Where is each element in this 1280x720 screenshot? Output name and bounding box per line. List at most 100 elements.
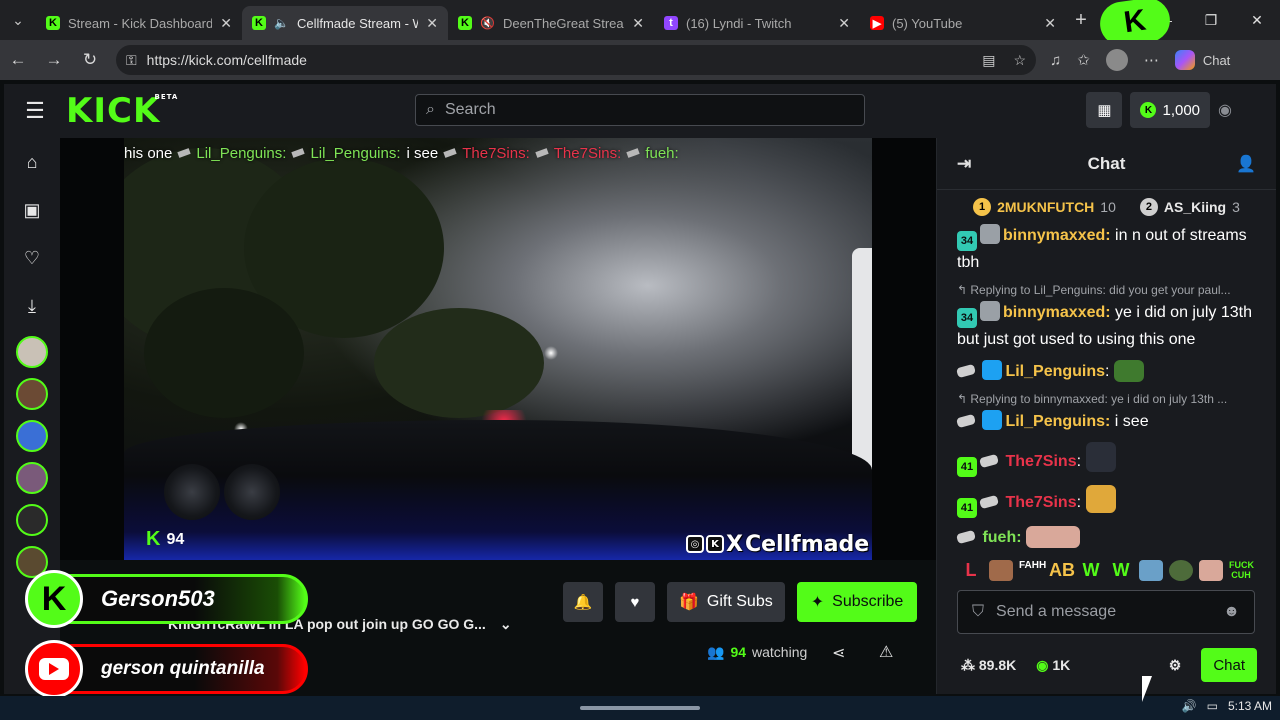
gifter-count: 10 (1100, 199, 1116, 215)
favorites-icon[interactable]: ✩ (1077, 51, 1090, 69)
chat-username[interactable]: Lil_Penguins: (1005, 413, 1110, 430)
user-menu-icon[interactable]: ◉ (1218, 100, 1232, 120)
pepe-emote-icon[interactable] (1169, 560, 1193, 581)
download-icon[interactable]: ⤓ (4, 282, 60, 330)
reply-context[interactable]: ↰ Replying to Lil_Penguins: did you get … (957, 283, 1256, 297)
kicks-balance-button[interactable]: K 1,000 (1130, 92, 1211, 128)
youtube-name-tag: gerson quintanilla (25, 640, 308, 698)
viewer-count: 👥 94 watching (707, 644, 807, 661)
video-frame[interactable] (124, 138, 872, 560)
chat-username[interactable]: Lil_Penguins (1005, 363, 1105, 380)
volume-icon[interactable]: 🔊 (1182, 699, 1197, 713)
browser-tab[interactable]: t (16) Lyndi - Twitch ✕ (654, 6, 860, 40)
browse-icon[interactable]: ▣ (4, 186, 60, 234)
taskbar-handle[interactable] (580, 706, 700, 710)
speaker-icon[interactable]: 🔈 (274, 16, 289, 30)
copilot-button[interactable]: Chat (1174, 50, 1230, 70)
emoji-icon[interactable]: ☻ (1223, 603, 1240, 621)
tab-title: Cellfmade Stream - Wa (296, 15, 419, 31)
chat-message[interactable]: 34 binnymaxxed: in n out of streams tbh (957, 224, 1256, 275)
favorite-star-icon[interactable]: ☆ (1013, 52, 1026, 69)
new-tab-icon[interactable]: + (1066, 9, 1096, 32)
chat-message[interactable]: 41 The7Sins: (957, 442, 1256, 477)
close-tab-icon[interactable]: ✕ (426, 15, 438, 32)
kick-logo[interactable]: KICK BETA (66, 91, 177, 131)
channel-avatar[interactable] (16, 420, 48, 452)
close-tab-icon[interactable]: ✕ (838, 15, 850, 32)
share-icon[interactable]: ⋖ (832, 643, 845, 663)
report-warning-icon[interactable]: ⚠ (879, 642, 893, 662)
chat-username[interactable]: The7Sins (1005, 494, 1076, 511)
home-icon[interactable]: ⌂ (4, 138, 60, 186)
reader-mode-icon[interactable]: ▤ (982, 52, 995, 69)
gift-subs-button[interactable]: 🎁 Gift Subs (667, 582, 785, 622)
chat-message[interactable]: Lil_Penguins: (956, 360, 1256, 384)
channel-avatar[interactable] (16, 462, 48, 494)
kick-favicon-icon: K (458, 16, 472, 30)
emote-fuck-cuh[interactable]: FUCK CUH (1229, 560, 1254, 581)
emote-fahh[interactable]: FAHH (1019, 560, 1046, 581)
heart-icon: ♥ (630, 593, 640, 611)
face-emote[interactable] (989, 560, 1013, 581)
video-player[interactable] (60, 138, 936, 560)
subscriber-badge: 34 (957, 231, 977, 251)
channel-avatar[interactable] (16, 378, 48, 410)
chat-username[interactable]: binnymaxxed: (1003, 304, 1111, 321)
chat-username[interactable]: binnymaxxed: (1003, 227, 1111, 244)
clock[interactable]: 5:13 AM (1228, 699, 1272, 713)
emote-w[interactable]: W (1079, 560, 1103, 581)
emote-icon[interactable] (1139, 560, 1163, 581)
send-chat-button[interactable]: Chat (1201, 648, 1257, 682)
emote-l[interactable]: L (959, 560, 983, 581)
chat-message[interactable]: Lil_Penguins: i see (956, 410, 1256, 434)
tab-search-chevron-icon[interactable]: ⌄ (0, 0, 36, 40)
emote-w[interactable]: W (1109, 560, 1133, 581)
top-gifter[interactable]: 1 2MUKNFUTCH 10 (973, 198, 1116, 216)
media-icon[interactable]: ♫ (1050, 52, 1061, 69)
chat-message[interactable]: 41 The7Sins: (957, 485, 1256, 518)
dashboard-button[interactable]: ▦ (1086, 92, 1123, 128)
top-gifters: 1 2MUKNFUTCH 10 2 AS_Kiing 3 (937, 190, 1276, 220)
close-tab-icon[interactable]: ✕ (1044, 15, 1056, 32)
url-field[interactable]: ⚿ https://kick.com/cellfmade ▤ ☆ (116, 45, 1036, 75)
following-heart-icon[interactable]: ♡ (4, 234, 60, 282)
chat-input[interactable]: ⛉ Send a message ☻ (957, 590, 1255, 634)
profile-avatar[interactable] (1105, 49, 1128, 71)
channel-avatar[interactable] (16, 504, 48, 536)
more-menu-icon[interactable]: ⋯ (1144, 51, 1159, 69)
search-input[interactable]: ⌕ Search (415, 94, 865, 126)
chat-username[interactable]: The7Sins (1005, 453, 1076, 470)
collapse-chat-icon[interactable]: ⇥ (957, 154, 971, 174)
tab-title: (16) Lyndi - Twitch (686, 15, 792, 31)
forward-icon[interactable]: → (36, 50, 72, 70)
hand-emote-icon[interactable] (1199, 560, 1223, 581)
chat-message[interactable]: fueh: (956, 526, 1256, 550)
chat-message[interactable]: 34 binnymaxxed: ye i did on july 13th but… (957, 301, 1256, 352)
subscribe-button[interactable]: ✦ Subscribe (796, 582, 918, 622)
back-icon[interactable]: ← (0, 50, 36, 70)
browser-tab[interactable]: K 🔇 DeenTheGreat Stream - ✕ (448, 6, 654, 40)
muted-speaker-icon[interactable]: 🔇 (480, 16, 495, 30)
chat-users-icon[interactable]: 👤 (1236, 154, 1256, 174)
follow-heart-button[interactable]: ♥ (615, 582, 655, 622)
browser-tab[interactable]: ▶ (5) YouTube ✕ (860, 6, 1066, 40)
reload-icon[interactable]: ↻ (72, 50, 108, 70)
browser-tab[interactable]: K Stream - Kick Dashboard ✕ (36, 6, 242, 40)
channel-avatar[interactable] (16, 336, 48, 368)
settings-gear-icon[interactable]: ⚙ (1169, 657, 1182, 674)
hamburger-menu-icon[interactable]: ☰ (4, 98, 66, 124)
chevron-down-icon[interactable]: ⌄ (500, 616, 512, 633)
battery-icon[interactable]: ▭ (1207, 699, 1218, 713)
close-tab-icon[interactable]: ✕ (220, 15, 232, 32)
close-window-icon[interactable]: ✕ (1234, 12, 1280, 29)
site-info-icon[interactable]: ⚿ (126, 52, 137, 69)
browser-tab-active[interactable]: K 🔈 Cellfmade Stream - Wa ✕ (242, 6, 448, 40)
notification-bell-button[interactable]: 🔔 (563, 582, 603, 622)
top-gifter[interactable]: 2 AS_Kiing 3 (1139, 198, 1240, 216)
restore-icon[interactable]: ❐ (1188, 12, 1234, 29)
chat-username[interactable]: fueh: (982, 529, 1021, 546)
reply-context[interactable]: ↰ Replying to binnymaxxed: ye i did on j… (957, 392, 1256, 406)
emote-ab[interactable]: AB (1049, 560, 1075, 581)
close-tab-icon[interactable]: ✕ (632, 15, 644, 32)
overlay-chat-user: The7Sins: (462, 144, 530, 162)
